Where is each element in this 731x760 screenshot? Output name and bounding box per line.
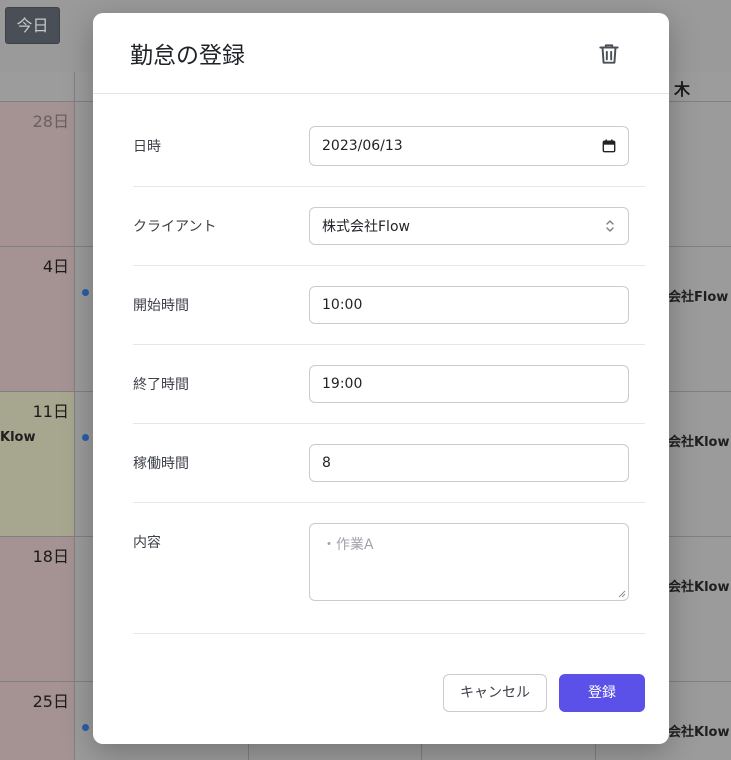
grid-line bbox=[74, 72, 75, 760]
day-number: 11日 bbox=[32, 402, 69, 421]
day-cell[interactable]: 25日 bbox=[0, 681, 74, 760]
client-label: クライアント bbox=[133, 219, 217, 235]
day-number: 28日 bbox=[32, 112, 69, 131]
submit-button[interactable]: 登録 bbox=[559, 674, 645, 712]
weekday-thursday: 木 bbox=[674, 80, 691, 99]
form-row-start-time: 開始時間 10:00 bbox=[133, 265, 645, 345]
client-value: 株式会社Flow bbox=[322, 219, 410, 235]
client-select[interactable]: 株式会社Flow bbox=[309, 207, 629, 245]
event-dot bbox=[82, 434, 89, 441]
work-hours-value: 8 bbox=[322, 455, 331, 471]
start-time-label: 開始時間 bbox=[133, 298, 189, 314]
day-cell[interactable]: 4日 bbox=[0, 246, 74, 391]
cancel-button[interactable]: キャンセル bbox=[443, 674, 547, 712]
calendar-icon[interactable] bbox=[602, 139, 616, 153]
end-time-label: 終了時間 bbox=[133, 377, 189, 393]
chevron-updown-icon bbox=[606, 220, 614, 232]
form-row-work-hours: 稼働時間 8 bbox=[133, 423, 645, 503]
work-hours-label: 稼働時間 bbox=[133, 456, 189, 472]
start-time-input[interactable]: 10:00 bbox=[309, 286, 629, 324]
resize-handle-icon[interactable] bbox=[618, 590, 626, 598]
form-row-content: 内容 ・作業A bbox=[133, 502, 645, 634]
calendar-event[interactable]: 会社Klow bbox=[668, 721, 729, 740]
date-value: 2023/06/13 bbox=[322, 138, 403, 154]
day-cell[interactable]: 11日 Klow bbox=[0, 391, 74, 536]
content-textarea[interactable]: ・作業A bbox=[309, 523, 629, 601]
day-number: 25日 bbox=[32, 692, 69, 711]
date-label: 日時 bbox=[133, 139, 161, 155]
modal-title: 勤怠の登録 bbox=[130, 43, 245, 69]
content-label: 内容 bbox=[133, 535, 161, 551]
event-dot bbox=[82, 289, 89, 296]
calendar-event[interactable]: Klow bbox=[0, 430, 35, 445]
day-number: 4日 bbox=[42, 257, 69, 276]
day-cell[interactable]: 28日 bbox=[0, 101, 74, 246]
date-input[interactable]: 2023/06/13 bbox=[309, 126, 629, 166]
event-dot bbox=[82, 724, 89, 731]
form-row-end-time: 終了時間 19:00 bbox=[133, 344, 645, 424]
end-time-value: 19:00 bbox=[322, 376, 363, 392]
day-cell[interactable]: 18日 bbox=[0, 536, 74, 681]
modal-header: 勤怠の登録 bbox=[93, 13, 669, 94]
trash-icon[interactable] bbox=[596, 41, 622, 67]
calendar-event[interactable]: 会社Flow bbox=[668, 286, 728, 305]
calendar-event[interactable]: 会社Klow bbox=[668, 576, 729, 595]
attendance-modal: 勤怠の登録 日時 2023/06/13 クライアント 株式会社Flow 開始時間… bbox=[93, 13, 669, 744]
calendar-event[interactable]: 会社Klow bbox=[668, 431, 729, 450]
end-time-input[interactable]: 19:00 bbox=[309, 365, 629, 403]
work-hours-input[interactable]: 8 bbox=[309, 444, 629, 482]
form-row-date: 日時 2023/06/13 bbox=[133, 93, 645, 187]
content-placeholder: ・作業A bbox=[322, 537, 374, 553]
today-button[interactable]: 今日 bbox=[5, 7, 60, 44]
day-number: 18日 bbox=[32, 547, 69, 566]
form-row-client: クライアント 株式会社Flow bbox=[133, 186, 645, 266]
start-time-value: 10:00 bbox=[322, 297, 363, 313]
